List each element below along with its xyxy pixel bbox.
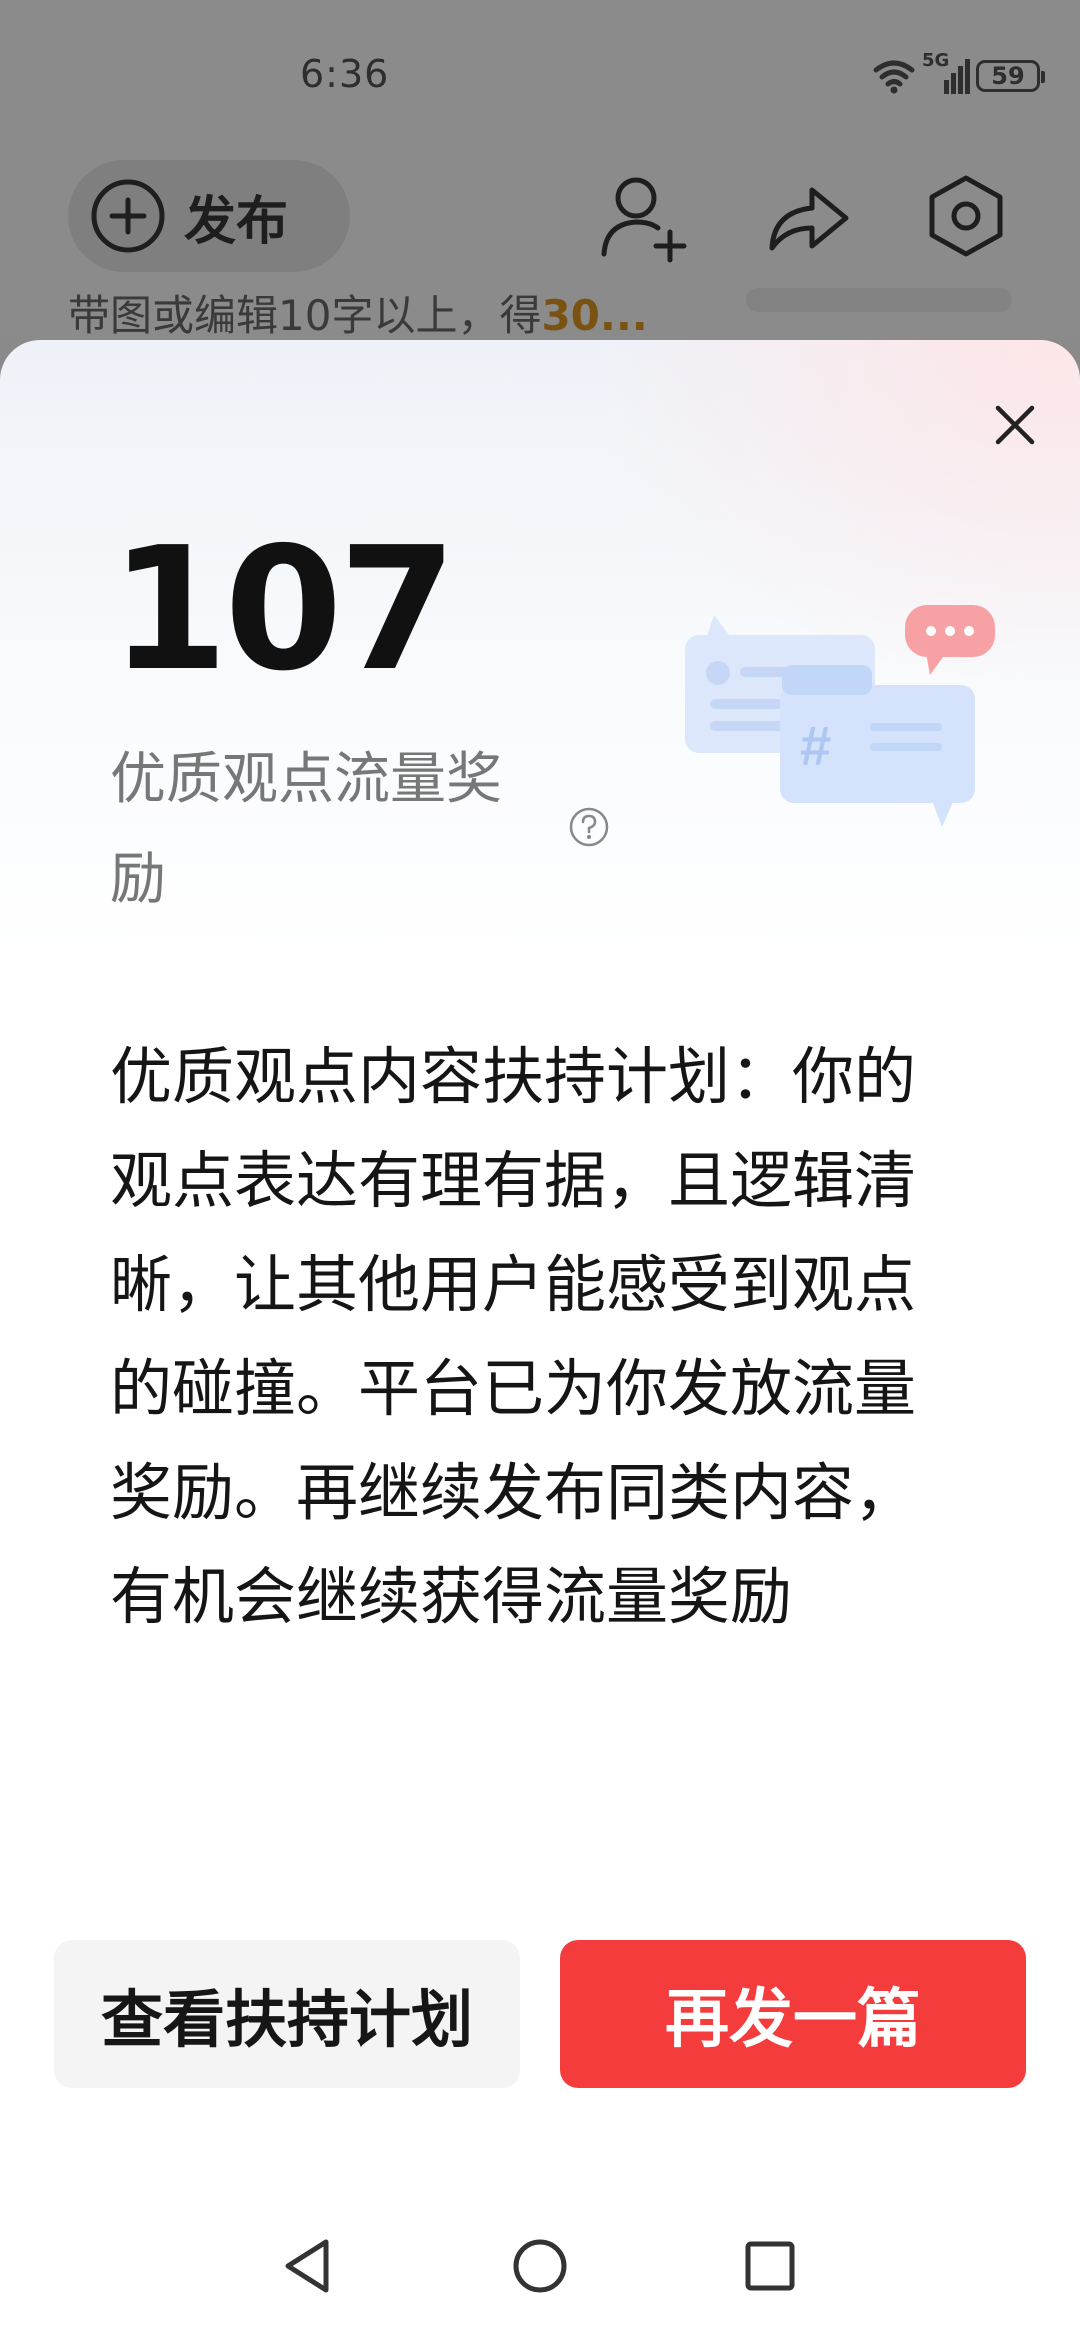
publish-button[interactable]: 发布 (68, 160, 350, 272)
publish-label: 发布 (184, 191, 289, 252)
view-support-plan-button[interactable]: 查看扶持计划 (54, 1940, 520, 2088)
status-icons: 5G 59 (872, 50, 1045, 96)
add-friend-icon[interactable] (596, 168, 692, 264)
reward-number: 107 (110, 511, 457, 709)
status-time: 6:36 (300, 52, 390, 96)
chat-bubbles-illustration: # (685, 605, 995, 827)
recents-icon[interactable] (734, 2230, 806, 2302)
reward-description: 优质观点内容扶持计划：你的观点表达有理有据，且逻辑清晰，让其他用户能感受到观点的… (110, 1040, 917, 1633)
close-icon[interactable] (980, 390, 1050, 460)
cellular-signal-icon: 5G (922, 50, 970, 96)
status-bar: 6:36 5G 59 (0, 0, 1080, 160)
hint-prefix: 带图或编辑10字以上，得 (68, 291, 542, 340)
reward-bottom-sheet: 107 优质观点流量奖励 # 优质观点内容扶持计划：你的观点表达有理有据，且逻辑… (0, 340, 1080, 2340)
home-icon[interactable] (504, 2230, 576, 2302)
reward-label: 优质观点流量奖励 (110, 747, 502, 912)
share-icon[interactable] (760, 168, 856, 264)
plus-circle-icon (91, 179, 165, 253)
hint-progress-bar (746, 288, 1012, 312)
publish-hint: 带图或编辑10字以上，得30... (68, 282, 648, 343)
battery-icon: 59 (976, 60, 1045, 92)
hint-highlight: 30... (541, 291, 648, 340)
illustration-hash: # (800, 714, 831, 777)
settings-icon[interactable] (918, 168, 1014, 264)
background-app: 6:36 5G 59 发布 带图或编辑10字以上，得30... (0, 0, 1080, 340)
battery-level: 59 (991, 62, 1025, 90)
back-icon[interactable] (272, 2230, 344, 2302)
help-icon[interactable] (568, 806, 610, 848)
wifi-icon (873, 60, 915, 94)
publish-another-button[interactable]: 再发一篇 (560, 1940, 1026, 2088)
